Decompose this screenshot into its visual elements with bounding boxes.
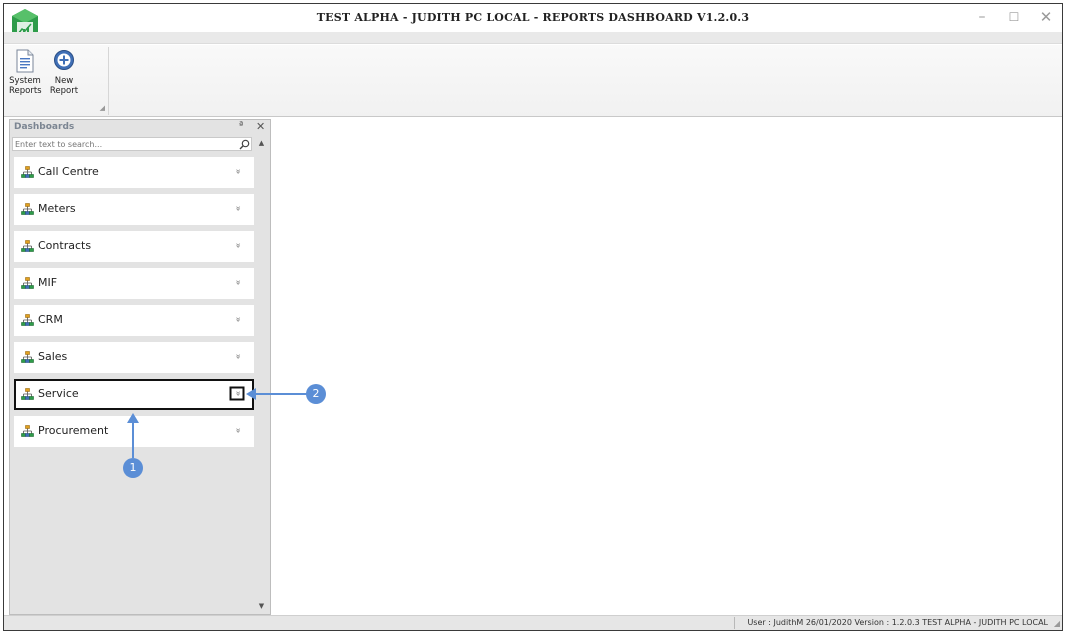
org-chart-icon xyxy=(21,166,34,178)
group-item-mif[interactable]: MIF » xyxy=(14,268,254,299)
status-separator xyxy=(734,617,735,629)
group-label: MIF xyxy=(38,276,58,289)
group-item-crm[interactable]: CRM » xyxy=(14,305,254,336)
title-bar: TEST ALPHA - JUDITH PC LOCAL - REPORTS D… xyxy=(4,4,1062,43)
group-label: Meters xyxy=(38,202,76,215)
org-chart-icon xyxy=(21,388,34,400)
expand-chevron-icon[interactable]: » xyxy=(230,202,245,216)
search-box xyxy=(12,137,252,151)
search-input[interactable] xyxy=(15,138,235,150)
scroll-up-icon[interactable]: ▲ xyxy=(255,139,268,149)
quick-access-strip xyxy=(4,32,1062,44)
status-bar: User : JudithM 26/01/2020 Version : 1.2.… xyxy=(4,615,1062,630)
add-circle-icon xyxy=(54,50,74,70)
panel-header: Dashboards ª ✕ xyxy=(10,120,270,136)
search-icon[interactable] xyxy=(239,139,250,150)
callout-2-line xyxy=(252,393,308,395)
group-label: Procurement xyxy=(38,424,109,437)
callout-1-line xyxy=(132,420,134,458)
expand-chevron-icon[interactable]: » xyxy=(230,350,245,364)
org-chart-icon xyxy=(21,425,34,437)
group-label: Call Centre xyxy=(38,165,99,178)
resize-grip-icon[interactable]: ◢ xyxy=(1054,619,1060,628)
expand-chevron-icon[interactable]: » xyxy=(229,386,245,401)
ribbon-group-reports: System Reports New Report ◢ xyxy=(7,47,109,115)
org-chart-icon xyxy=(21,277,34,289)
panel-close-button[interactable]: ✕ xyxy=(256,120,265,133)
minimize-button[interactable]: – xyxy=(970,8,994,26)
org-chart-icon xyxy=(21,351,34,363)
org-chart-icon xyxy=(21,314,34,326)
org-chart-icon xyxy=(21,240,34,252)
group-item-service[interactable]: Service » xyxy=(14,379,254,410)
group-label: Contracts xyxy=(38,239,92,252)
group-item-meters[interactable]: Meters » xyxy=(14,194,254,225)
system-reports-button[interactable]: System Reports xyxy=(9,49,42,96)
pin-icon[interactable]: ª xyxy=(239,121,243,131)
group-item-contracts[interactable]: Contracts » xyxy=(14,231,254,262)
panel-scrollbar[interactable]: ▲ ▼ xyxy=(255,137,268,614)
ribbon-group-launcher[interactable]: ◢ xyxy=(100,104,105,112)
expand-chevron-icon[interactable]: » xyxy=(230,165,245,179)
document-icon xyxy=(16,49,34,73)
expand-chevron-icon[interactable]: » xyxy=(230,276,245,290)
system-reports-label: System Reports xyxy=(9,76,42,96)
dashboards-panel: Dashboards ª ✕ ▲ ▼ Call Centre » Meters xyxy=(9,119,271,615)
group-label: Sales xyxy=(38,350,68,363)
callout-badge-2: 2 xyxy=(306,384,326,404)
new-report-button[interactable]: New Report xyxy=(41,49,87,96)
maximize-button[interactable]: ☐ xyxy=(1002,8,1026,26)
callout-badge-1: 1 xyxy=(123,458,143,478)
close-window-button[interactable]: ✕ xyxy=(1034,8,1058,26)
callout-1-arrowhead-icon xyxy=(127,413,139,423)
app-window: TEST ALPHA - JUDITH PC LOCAL - REPORTS D… xyxy=(3,3,1063,631)
window-title: TEST ALPHA - JUDITH PC LOCAL - REPORTS D… xyxy=(316,11,750,24)
scroll-down-icon[interactable]: ▼ xyxy=(255,602,268,612)
status-text: User : JudithM 26/01/2020 Version : 1.2.… xyxy=(747,618,1048,627)
group-item-call-centre[interactable]: Call Centre » xyxy=(14,157,254,188)
org-chart-icon xyxy=(21,203,34,215)
group-item-sales[interactable]: Sales » xyxy=(14,342,254,373)
new-report-label: New Report xyxy=(49,76,79,96)
group-label: Service xyxy=(38,387,79,400)
callout-2-arrowhead-icon xyxy=(246,388,256,400)
expand-chevron-icon[interactable]: » xyxy=(230,424,245,438)
expand-chevron-icon[interactable]: » xyxy=(230,313,245,327)
dashboard-canvas xyxy=(272,119,1062,615)
ribbon: System Reports New Report ◢ xyxy=(4,45,1062,117)
dashboard-group-list: Call Centre » Meters » Contracts » MIF »… xyxy=(14,157,254,453)
group-label: CRM xyxy=(38,313,63,326)
panel-title: Dashboards xyxy=(14,122,75,132)
expand-chevron-icon[interactable]: » xyxy=(230,239,245,253)
